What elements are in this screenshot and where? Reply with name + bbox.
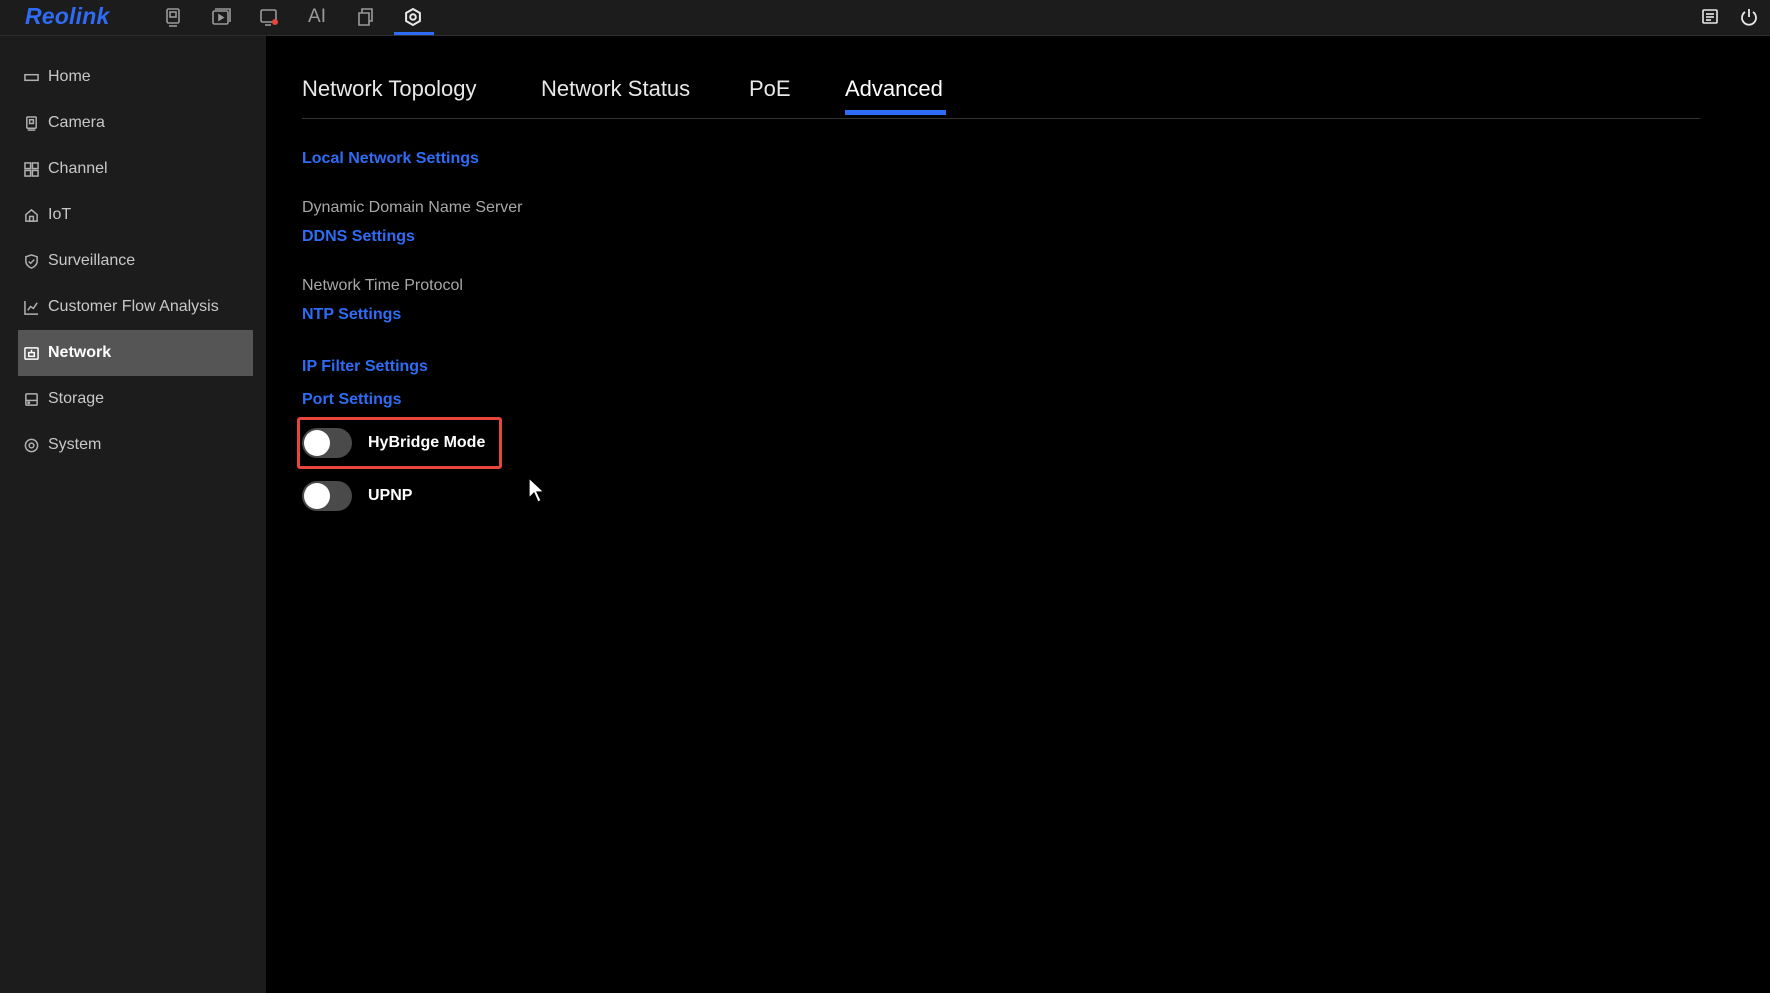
active-tab-indicator xyxy=(845,110,946,115)
sidebar-item-label: Surveillance xyxy=(48,252,136,269)
top-bar: Reolink AI xyxy=(0,0,1770,36)
toggle-knob xyxy=(304,483,330,509)
sidebar-item-label: Customer Flow Analysis xyxy=(48,298,219,315)
system-icon xyxy=(23,437,39,453)
sidebar-item-label: Network xyxy=(48,344,112,361)
power-icon[interactable] xyxy=(1736,4,1762,30)
file-icon[interactable] xyxy=(352,4,378,30)
sidebar-item-label: Home xyxy=(48,68,91,85)
toggle-knob xyxy=(304,430,330,456)
tab-advanced[interactable]: Advanced xyxy=(845,76,943,102)
reolink-logo: Reolink xyxy=(25,3,110,29)
hybridge-mode-toggle[interactable] xyxy=(302,428,352,458)
tab-bar: Network Topology Network Status PoE Adva… xyxy=(302,70,1700,119)
mouse-cursor-icon xyxy=(528,477,546,503)
live-view-icon[interactable] xyxy=(160,4,186,30)
tab-network-status[interactable]: Network Status xyxy=(541,76,690,102)
channel-icon xyxy=(23,161,39,177)
hybridge-mode-row: HyBridge Mode xyxy=(302,426,485,460)
ntp-settings-link[interactable]: NTP Settings xyxy=(302,306,401,324)
ddns-settings-link[interactable]: DDNS Settings xyxy=(302,228,415,246)
ip-filter-settings-link[interactable]: IP Filter Settings xyxy=(302,358,428,376)
iot-icon xyxy=(23,207,39,223)
network-icon xyxy=(23,345,39,361)
sidebar-item-iot[interactable]: IoT xyxy=(18,192,253,238)
sidebar-item-label: Storage xyxy=(48,390,105,407)
chart-icon xyxy=(23,299,39,315)
sidebar: Home Camera Channel IoT Surveillance Cus… xyxy=(0,36,266,993)
storage-icon xyxy=(23,391,39,407)
sidebar-item-home[interactable]: Home xyxy=(18,54,253,100)
port-settings-link[interactable]: Port Settings xyxy=(302,391,402,409)
sidebar-item-label: IoT xyxy=(48,206,72,223)
upnp-row: UPNP xyxy=(302,479,412,513)
hybridge-mode-label: HyBridge Mode xyxy=(368,434,486,451)
upnp-label: UPNP xyxy=(368,487,413,504)
settings-icon[interactable] xyxy=(400,4,426,30)
sidebar-item-label: Camera xyxy=(48,114,105,131)
playback-icon[interactable] xyxy=(208,4,234,30)
sidebar-item-storage[interactable]: Storage xyxy=(18,376,253,422)
upnp-toggle[interactable] xyxy=(302,481,352,511)
home-icon xyxy=(23,69,39,85)
sidebar-item-camera[interactable]: Camera xyxy=(18,100,253,146)
sidebar-item-label: Channel xyxy=(48,160,108,177)
local-network-settings-link[interactable]: Local Network Settings xyxy=(302,150,479,168)
sidebar-item-channel[interactable]: Channel xyxy=(18,146,253,192)
message-icon[interactable] xyxy=(1697,4,1723,30)
sidebar-item-customer-flow-analysis[interactable]: Customer Flow Analysis xyxy=(18,284,253,330)
sidebar-item-surveillance[interactable]: Surveillance xyxy=(18,238,253,284)
sidebar-item-system[interactable]: System xyxy=(18,422,253,468)
ntp-heading: Network Time Protocol xyxy=(302,277,463,294)
sidebar-item-label: System xyxy=(48,436,102,453)
tab-poe[interactable]: PoE xyxy=(749,76,791,102)
tab-network-topology[interactable]: Network Topology xyxy=(302,76,476,102)
alarm-icon[interactable] xyxy=(256,4,282,30)
active-nav-indicator xyxy=(394,32,434,35)
sidebar-item-network[interactable]: Network xyxy=(18,330,253,376)
ddns-heading: Dynamic Domain Name Server xyxy=(302,199,523,216)
ai-icon[interactable]: AI xyxy=(304,4,330,30)
camera-icon xyxy=(23,115,39,131)
shield-icon xyxy=(23,253,39,269)
